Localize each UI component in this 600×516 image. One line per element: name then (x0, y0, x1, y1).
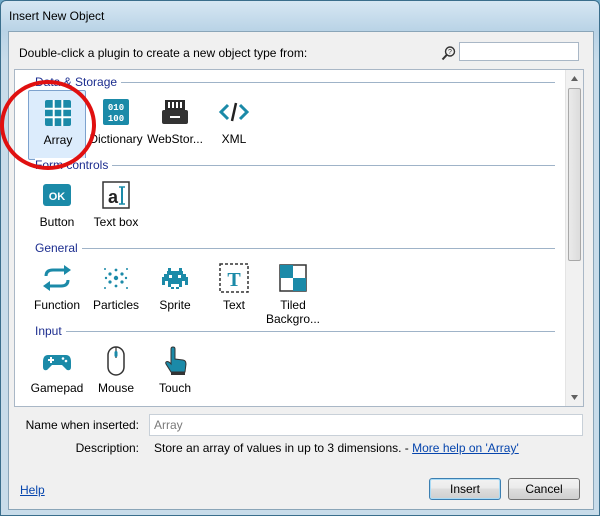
svg-text:OK: OK (49, 191, 66, 203)
dialog-body: Double-click a plugin to create a new ob… (8, 31, 594, 510)
description-label: Description: (75, 441, 139, 455)
xml-code-icon (218, 102, 250, 122)
category-divider (35, 331, 555, 332)
insert-object-dialog: Insert New Object Double-click a plugin … (0, 0, 600, 516)
svg-text:100: 100 (108, 114, 124, 124)
particles-icon (104, 268, 128, 289)
plugin-label: XML (221, 132, 247, 146)
name-label: Name when inserted: (25, 418, 139, 432)
description-text: Store an array of values in up to 3 dime… (154, 441, 413, 455)
scrollbar-thumb[interactable] (568, 88, 581, 261)
plugin-webstorage[interactable]: WebStor... (146, 90, 204, 160)
textbox-icon: a (102, 181, 130, 209)
plugin-particles[interactable]: Particles (87, 256, 145, 326)
category-general: General (35, 241, 82, 255)
plugin-label: Tiled (280, 298, 306, 312)
category-input: Input (35, 324, 66, 338)
plugin-label-line2: Backgro... (265, 312, 321, 326)
name-field[interactable] (149, 414, 583, 436)
function-arrows-icon (43, 265, 71, 291)
text-t-icon: T (219, 263, 249, 293)
webstorage-icon (162, 100, 188, 124)
plugin-tiled-background[interactable]: Tiled Backgro... (264, 256, 322, 326)
plugin-xml[interactable]: XML (205, 90, 263, 160)
plugin-touch[interactable]: Touch (146, 339, 204, 406)
svg-text:T: T (227, 269, 241, 291)
vertical-scrollbar[interactable] (565, 70, 583, 406)
search-input[interactable] (459, 42, 579, 61)
plugin-text[interactable]: T Text (205, 256, 263, 326)
scroll-up-icon[interactable] (566, 70, 583, 87)
plugin-label: Text box (93, 215, 139, 229)
touch-hand-icon (165, 346, 187, 375)
plugin-mouse[interactable]: Mouse (87, 339, 145, 406)
instruction-text: Double-click a plugin to create a new ob… (19, 46, 308, 60)
help-link[interactable]: Help (20, 483, 45, 497)
window-title: Insert New Object (9, 9, 105, 23)
plugin-textbox[interactable]: a Text box (87, 173, 145, 243)
search-icon: ? (441, 46, 456, 61)
svg-text:?: ? (448, 49, 452, 56)
gamepad-icon (43, 355, 71, 371)
plugin-list: Data & Storage Array 010 100 Dictionary (14, 69, 584, 407)
svg-text:010: 010 (108, 103, 124, 113)
highlight-circle-annotation (0, 80, 96, 170)
category-divider (35, 165, 555, 166)
insert-button[interactable]: Insert (429, 478, 501, 500)
plugin-gamepad[interactable]: Gamepad (28, 339, 86, 406)
mouse-icon (107, 346, 125, 376)
more-help-link[interactable]: More help on 'Array' (412, 441, 519, 455)
category-divider (35, 248, 555, 249)
tiled-background-icon (279, 264, 307, 292)
close-icon (592, 3, 593, 4)
scroll-down-icon[interactable] (566, 389, 583, 406)
title-bar[interactable]: Insert New Object (1, 1, 599, 31)
plugin-sprite[interactable]: Sprite (146, 256, 204, 326)
plugin-function[interactable]: Function (28, 256, 86, 326)
sprite-invader-icon (162, 268, 188, 289)
dictionary-binary-icon: 010 100 (103, 99, 129, 125)
description: Store an array of values in up to 3 dime… (154, 441, 519, 455)
ok-button-icon: OK (43, 184, 71, 206)
plugin-button[interactable]: OK Button (28, 173, 86, 243)
svg-text:a: a (108, 187, 119, 207)
plugin-label: Touch (158, 381, 192, 395)
cancel-button[interactable]: Cancel (508, 478, 580, 500)
